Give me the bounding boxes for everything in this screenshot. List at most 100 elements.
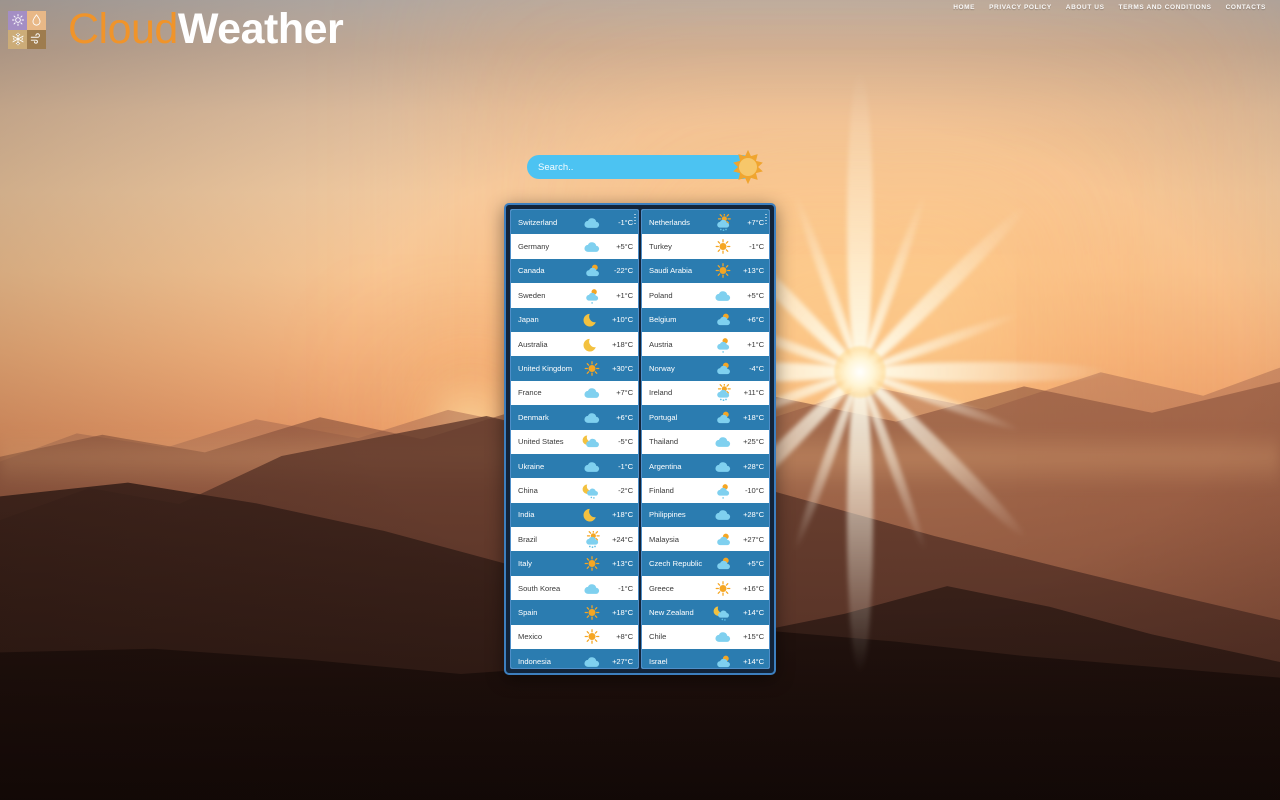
weather-row[interactable]: Finland -10°C: [642, 478, 769, 503]
weather-row[interactable]: Ukraine -1°C: [511, 453, 638, 479]
search-input[interactable]: [527, 155, 754, 179]
country-name: New Zealand: [649, 607, 694, 617]
weather-row[interactable]: Belgium +6°C: [642, 307, 769, 332]
sun-icon: [713, 580, 733, 597]
weather-row[interactable]: Switzerland -1°C: [511, 210, 638, 235]
weather-row[interactable]: Germany +5°C: [511, 234, 638, 259]
country-name: Czech Republic: [649, 559, 703, 569]
nav-item-contacts[interactable]: CONTACTS: [1226, 4, 1266, 11]
temperature-value: +27°C: [743, 534, 764, 544]
country-name: Canada: [518, 266, 545, 276]
weather-row[interactable]: Poland +5°C: [642, 283, 769, 308]
weather-row[interactable]: Saudi Arabia +13°C: [642, 258, 769, 284]
moon-icon: [582, 311, 602, 328]
temperature-value: +28°C: [743, 510, 764, 520]
temperature-value: +10°C: [612, 315, 633, 325]
weather-row[interactable]: Argentina +28°C: [642, 453, 769, 479]
weather-row[interactable]: Brazil +24°C: [511, 527, 638, 552]
weather-row[interactable]: Philippines +28°C: [642, 502, 769, 528]
moon-icon: [582, 336, 602, 353]
nav-item-privacy-policy[interactable]: PRIVACY POLICY: [989, 4, 1052, 11]
country-name: Austria: [649, 339, 673, 349]
weather-row[interactable]: Chile +15°C: [642, 624, 769, 650]
temperature-value: +14°C: [743, 607, 764, 617]
nav-item-home[interactable]: HOME: [953, 4, 975, 11]
scroll-indicator[interactable]: [634, 214, 636, 224]
weather-row[interactable]: Thailand +25°C: [642, 429, 769, 454]
sun-cloud-icon: [582, 262, 602, 279]
sun-cloud-icon: [713, 311, 733, 328]
temperature-value: +15°C: [743, 632, 764, 642]
search-button[interactable]: [729, 148, 767, 186]
temperature-value: +6°C: [747, 315, 764, 325]
droplet-icon: [27, 10, 46, 30]
weather-row[interactable]: India +18°C: [511, 502, 638, 528]
country-name: Mexico: [518, 632, 543, 642]
temperature-value: +14°C: [743, 656, 764, 666]
sun-icon: [582, 555, 602, 572]
weather-row[interactable]: Czech Republic +5°C: [642, 551, 769, 576]
cloud-icon: [713, 506, 733, 523]
sun-icon: [733, 149, 763, 185]
scroll-indicator[interactable]: [765, 214, 767, 224]
weather-row[interactable]: Austria +1°C: [642, 331, 769, 357]
weather-row[interactable]: Indonesia +27°C: [511, 649, 638, 668]
sun-cloud-rain-icon: [582, 530, 602, 548]
temperature-value: +25°C: [743, 437, 764, 447]
brand-logo[interactable]: CloudWeather: [8, 8, 344, 51]
weather-row[interactable]: Greece +16°C: [642, 575, 769, 601]
country-name: Chile: [649, 632, 667, 642]
country-name: Finland: [649, 485, 674, 495]
weather-row[interactable]: Malaysia +27°C: [642, 527, 769, 552]
country-name: Germany: [518, 242, 550, 252]
weather-row[interactable]: United States -5°C: [511, 429, 638, 454]
weather-column-left[interactable]: Switzerland -1°C Germany +5°C Canada -22°C Swe…: [510, 209, 639, 669]
weather-row[interactable]: Mexico +8°C: [511, 624, 638, 650]
weather-row[interactable]: Canada -22°C: [511, 258, 638, 284]
site-header: CloudWeather HOME PRIVACY POLICY ABOUT U…: [0, 0, 1280, 84]
weather-row[interactable]: France +7°C: [511, 380, 638, 406]
country-name: Norway: [649, 364, 675, 374]
nav-item-about-us[interactable]: ABOUT US: [1066, 4, 1105, 11]
weather-row[interactable]: Portugal +18°C: [642, 405, 769, 430]
country-name: Poland: [649, 290, 673, 300]
temperature-value: +11°C: [743, 388, 764, 398]
country-name: South Korea: [518, 583, 561, 593]
sun-cloud-snow-icon: [713, 482, 733, 499]
weather-row[interactable]: Sweden +1°C: [511, 283, 638, 308]
weather-row[interactable]: Israel +14°C: [642, 649, 769, 668]
weather-row[interactable]: Spain +18°C: [511, 600, 638, 625]
cloud-icon: [582, 653, 602, 668]
weather-row[interactable]: Turkey -1°C: [642, 234, 769, 259]
weather-row[interactable]: China -2°C: [511, 478, 638, 503]
country-name: Ukraine: [518, 461, 545, 471]
weather-row[interactable]: Australia +18°C: [511, 331, 638, 357]
weather-row[interactable]: Italy +13°C: [511, 551, 638, 576]
temperature-value: -4°C: [749, 364, 764, 374]
sun-icon: [713, 262, 733, 279]
country-name: Malaysia: [649, 534, 679, 544]
weather-row[interactable]: South Korea -1°C: [511, 575, 638, 601]
cloud-icon: [582, 214, 602, 231]
weather-row[interactable]: New Zealand +14°C: [642, 600, 769, 625]
nav-item-terms-and-conditions[interactable]: TERMS AND CONDITIONS: [1119, 4, 1212, 11]
temperature-value: -1°C: [749, 242, 764, 252]
country-name: Spain: [518, 607, 538, 617]
cloud-icon: [713, 458, 733, 475]
temperature-value: +18°C: [612, 510, 633, 520]
sun-icon: [582, 360, 602, 377]
cloud-icon: [582, 580, 602, 597]
country-name: United Kingdom: [518, 364, 573, 374]
temperature-value: +7°C: [616, 388, 633, 398]
weather-row[interactable]: Norway -4°C: [642, 356, 769, 381]
weather-row[interactable]: United Kingdom +30°C: [511, 356, 638, 381]
weather-row[interactable]: Netherlands +7°C: [642, 210, 769, 235]
weather-column-right[interactable]: Netherlands +7°C Turkey -1°C Saudi Arabia +13…: [641, 209, 770, 669]
weather-row[interactable]: Denmark +6°C: [511, 405, 638, 430]
weather-row[interactable]: Ireland +11°C: [642, 380, 769, 406]
temperature-value: +30°C: [612, 364, 633, 374]
sun-icon: [582, 604, 602, 621]
weather-row[interactable]: Japan +10°C: [511, 307, 638, 332]
weather-list-panel: Switzerland -1°C Germany +5°C Canada -22°C Swe…: [504, 203, 776, 675]
temperature-value: +8°C: [616, 632, 633, 642]
